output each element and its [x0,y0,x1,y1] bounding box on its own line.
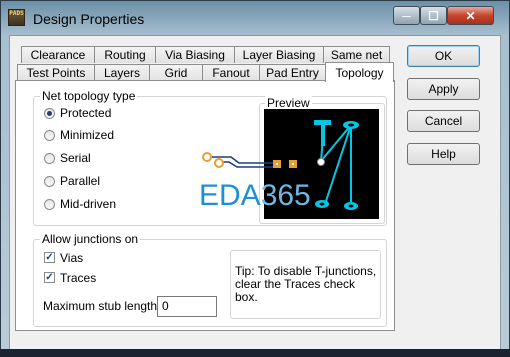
radio-minimized[interactable] [44,130,55,141]
pads-logo-text: PADS [9,10,24,17]
minimize-button[interactable]: ─ [393,6,420,25]
tab-label: Layers [103,66,141,80]
preview-trace [320,124,352,162]
tab-test-points[interactable]: Test Points [17,64,95,81]
pin-icon [214,158,224,168]
tab-label: Pad Entry [266,66,319,80]
watermark-logo: EDA365 [199,179,311,213]
tip-box: Tip: To disable T-junctions, clear the T… [230,250,381,319]
tab-label: Topology [335,66,384,80]
net-topology-legend: Net topology type [40,89,138,103]
preview-junction [317,158,325,166]
close-icon: ✕ [465,9,476,23]
tab-clearance[interactable]: Clearance [21,46,95,63]
preview-trace [325,124,352,202]
radio-protected-label[interactable]: Protected [60,106,111,120]
tab-label: Test Points [26,66,86,80]
watermark-digits: 365 [260,179,311,212]
tab-via-biasing[interactable]: Via Biasing [155,46,235,63]
pin-icon [202,152,212,162]
close-button[interactable]: ✕ [447,6,494,25]
vias-checkbox[interactable]: ✓ [44,252,55,263]
preview-pad-hole [348,123,354,127]
pads-logo-icon: PADS [8,9,25,26]
radio-serial[interactable] [44,153,55,164]
radio-mid-driven[interactable] [44,199,55,210]
window-title: Design Properties [33,11,145,27]
radio-serial-label[interactable]: Serial [60,151,91,165]
tab-routing[interactable]: Routing [94,46,156,63]
tab-same-net[interactable]: Same net [323,46,390,63]
ok-button[interactable]: OK [407,45,480,67]
tab-fanout[interactable]: Fanout [202,64,260,81]
tab-topology[interactable]: Topology [325,62,394,82]
tip-text: Tip: To disable T-junctions, clear the T… [235,264,377,304]
radio-parallel-label[interactable]: Parallel [60,174,100,188]
help-button[interactable]: Help [407,143,480,165]
title-bar[interactable]: PADS Design Properties ─ ☐ ✕ [1,1,509,35]
radio-mid-driven-label[interactable]: Mid-driven [60,197,116,211]
example-trace-graphic [202,152,297,168]
allow-junctions-legend: Allow junctions on [40,232,141,246]
dialog-window: PADS Design Properties ─ ☐ ✕ Clearance R… [0,0,510,357]
tab-layers[interactable]: Layers [94,64,150,81]
tab-label: Clearance [30,48,86,62]
pad-hole [276,163,278,165]
traces-checkbox[interactable]: ✓ [44,272,55,283]
traces-label[interactable]: Traces [60,271,96,285]
tab-label: Via Biasing [165,48,225,62]
preview-legend: Preview [265,96,312,110]
preview-pad [321,120,325,146]
tab-label: Layer Biasing [242,48,316,62]
radio-protected[interactable] [44,108,55,119]
minimize-icon: ─ [402,9,411,23]
radio-minimized-label[interactable]: Minimized [60,128,114,142]
tab-grid[interactable]: Grid [149,64,203,81]
maximize-button[interactable]: ☐ [420,6,447,25]
max-stub-length-input[interactable]: 0 [157,296,217,317]
max-stub-length-label: Maximum stub length: [43,299,161,313]
tab-label: Same net [330,48,383,62]
tab-layer-biasing[interactable]: Layer Biasing [234,46,324,63]
tab-label: Grid [164,66,188,80]
apply-button[interactable]: Apply [407,78,480,100]
desktop-background [0,349,510,357]
tab-label: Routing [104,48,146,62]
preview-pad-hole [319,202,325,206]
pad-hole [292,163,294,165]
watermark-letters: EDA [199,179,261,212]
maximize-icon: ☐ [428,9,439,23]
preview-pad-hole [348,204,354,208]
vias-label[interactable]: Vias [60,251,83,265]
radio-parallel[interactable] [44,176,55,187]
tab-label: Fanout [212,66,250,80]
cancel-button[interactable]: Cancel [407,110,480,132]
tab-pad-entry[interactable]: Pad Entry [259,64,326,81]
